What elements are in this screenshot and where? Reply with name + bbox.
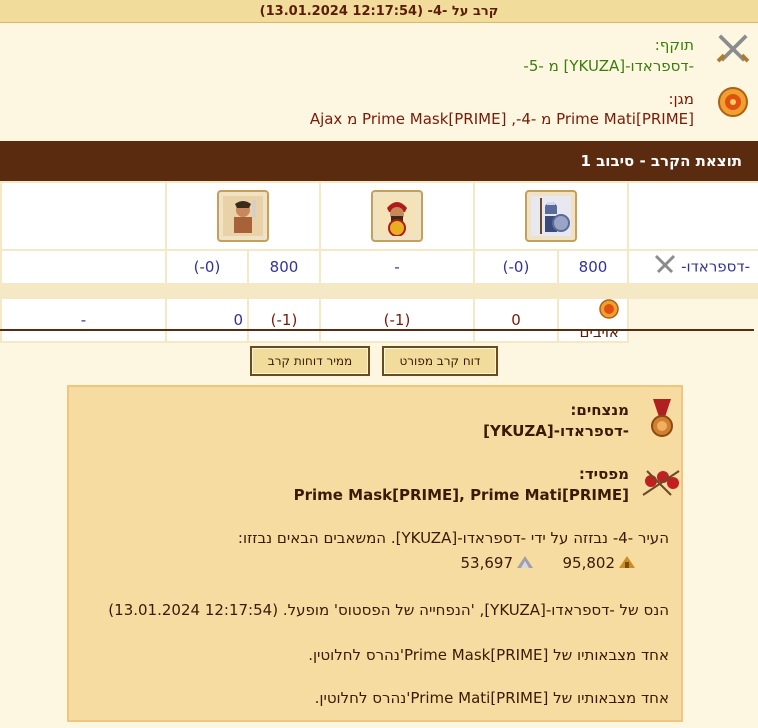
defender-label: מגן: bbox=[668, 90, 694, 108]
shield-icon bbox=[716, 85, 750, 119]
marble-icon bbox=[517, 553, 533, 572]
medal-icon bbox=[649, 399, 675, 443]
battle-table: (-0) 800 - (-0) 800 -דספראדו- - 0 (-1) (… bbox=[0, 181, 758, 343]
unit-count: (-0) bbox=[165, 249, 249, 285]
unit-count: - bbox=[0, 297, 167, 343]
marble-loot: 53,697 bbox=[460, 553, 533, 572]
divider bbox=[0, 329, 754, 331]
unit-count: 800 bbox=[557, 249, 629, 285]
wood-loot: 95,802 bbox=[562, 553, 635, 572]
archer-icon bbox=[371, 190, 423, 242]
unit-header-hoplite[interactable] bbox=[473, 181, 629, 251]
marble-amount: 53,697 bbox=[460, 553, 514, 572]
event-army-destroyed-2: אחד מצבאותיו של Prime Mati[PRIME]'נהרס ל… bbox=[314, 689, 669, 707]
battle-result-title: תוצאת הקרב - סיבוב 1 bbox=[580, 152, 743, 170]
hoplite-icon bbox=[525, 190, 577, 242]
enemy-row-name: אויבים bbox=[579, 323, 619, 341]
unit-header-swordsman[interactable] bbox=[165, 181, 321, 251]
loot-description: העיר -4- נבזזה על ידי -דספראדו-[YKUZA]. … bbox=[237, 529, 669, 547]
attacker-label: תוקף: bbox=[654, 36, 694, 54]
attacker-row-name: -דספראדו- bbox=[681, 257, 750, 276]
window-title: קרב על -4- (12:17:54 13.01.2024) bbox=[0, 0, 758, 23]
wood-amount: 95,802 bbox=[562, 553, 616, 572]
enemy-row-label: אויבים bbox=[557, 297, 629, 343]
empty-cell bbox=[0, 181, 167, 251]
crossed-swords-icon bbox=[654, 254, 676, 280]
unit-count: (-1) bbox=[319, 297, 475, 343]
unit-count: 0 bbox=[165, 297, 249, 343]
report-converter-button[interactable]: ממיר דוחות קרב bbox=[250, 346, 370, 376]
loser-label: מפסיד: bbox=[578, 465, 629, 483]
row-spacer bbox=[0, 283, 758, 299]
winners-names[interactable]: -דספראדו-[YKUZA] bbox=[483, 422, 629, 440]
shield-icon bbox=[599, 299, 619, 323]
attacker-names[interactable]: -דספראדו-[YKUZA] מ -5- bbox=[523, 57, 694, 75]
loser-names[interactable]: Prime Mask[PRIME], Prime Mati[PRIME] bbox=[294, 486, 629, 504]
battle-result-header: תוצאת הקרב - סיבוב 1 bbox=[0, 141, 758, 181]
attacker-row-label: -דספראדו- bbox=[627, 249, 758, 285]
crossed-swords-icon bbox=[716, 32, 750, 66]
unit-count: (-1) bbox=[247, 297, 321, 343]
defender-names[interactable]: Prime Mati[PRIME] מ -4-, Prime Mask[PRIM… bbox=[310, 110, 694, 128]
empty-cell bbox=[627, 181, 758, 251]
battle-summary-panel: מנצחים: -דספראדו-[YKUZA] מפסיד: Prime Ma… bbox=[67, 385, 683, 722]
winners-label: מנצחים: bbox=[570, 401, 629, 419]
unit-count: - bbox=[319, 249, 475, 285]
unit-count: 800 bbox=[247, 249, 321, 285]
unit-header-archer[interactable] bbox=[319, 181, 475, 251]
swordsman-icon bbox=[217, 190, 269, 242]
unit-count: (-0) bbox=[473, 249, 559, 285]
wood-icon bbox=[619, 553, 635, 572]
empty-cell bbox=[0, 249, 167, 285]
unit-count: 0 bbox=[473, 297, 559, 343]
event-wonder: הנס של -דספראדו-[YKUZA], 'הנפחייה של הפס… bbox=[108, 601, 669, 619]
defeated-troops-icon bbox=[641, 467, 681, 501]
event-army-destroyed-1: אחד מצבאותיו של Prime Mask[PRIME]'נהרס ל… bbox=[308, 646, 669, 664]
detailed-report-button[interactable]: דוח קרב מפורט bbox=[382, 346, 498, 376]
